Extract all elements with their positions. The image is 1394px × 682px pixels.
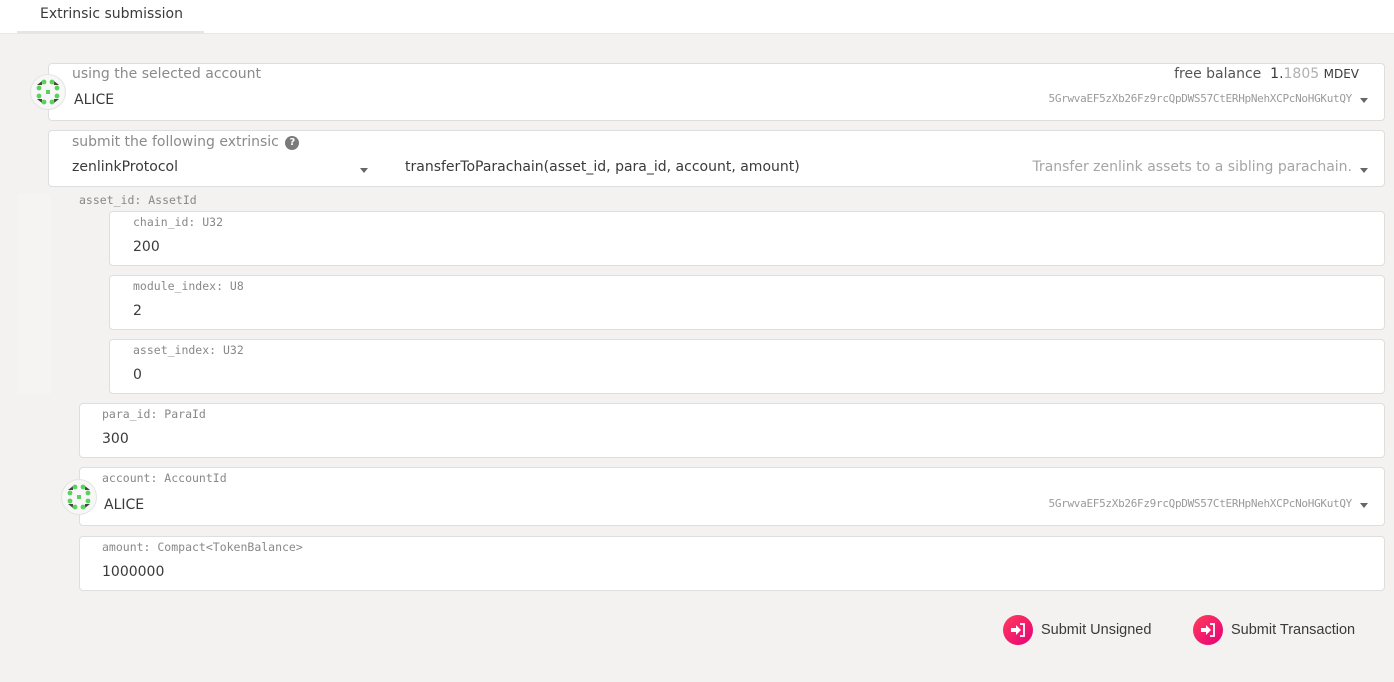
chevron-down-icon[interactable] [1360,98,1368,103]
account-param-label: account: AccountId [102,471,227,485]
amount-label: amount: Compact<TokenBalance> [102,540,303,554]
free-balance: free balance 1.1805 MDEV [1174,66,1359,82]
account-param-name: ALICE [104,497,145,513]
extrinsic-label: submit the following extrinsic ? [72,134,300,150]
chain-id-label: chain_id: U32 [133,215,224,229]
help-icon[interactable]: ? [285,136,300,150]
extrinsic-selector: submit the following extrinsic ? zenlink… [48,130,1385,187]
para-id-value: 300 [102,431,129,447]
asset-index-field[interactable]: asset_index: U32 0 [109,339,1385,394]
balance-unit: MDEV [1323,67,1359,81]
chevron-down-icon [1360,168,1368,173]
tab-label: Extrinsic submission [40,6,183,22]
amount-field[interactable]: amount: Compact<TokenBalance> 1000000 [79,536,1385,591]
account-selector[interactable]: using the selected account ALICE free ba… [48,63,1385,121]
chevron-down-icon [360,168,368,173]
free-balance-label: free balance [1174,66,1262,82]
para-id-label: para_id: ParaId [102,407,206,421]
account-param-selector[interactable]: account: AccountId ALICE 5GrwvaEF5zXb26F… [79,467,1385,526]
module-index-field[interactable]: module_index: U8 2 [109,275,1385,330]
section-dropdown[interactable]: zenlinkProtocol [49,153,384,187]
account-identicon-icon [30,74,66,110]
asset-index-label: asset_index: U32 [133,343,244,357]
submit-unsigned-label: Submit Unsigned [1041,622,1152,638]
account-name: ALICE [74,92,115,108]
submit-transaction-button[interactable]: Submit Transaction [1193,615,1355,645]
account-param-identicon-icon [61,479,97,515]
balance-integer: 1. [1270,66,1284,82]
method-dropdown[interactable]: transferToParachain(asset_id, para_id, a… [389,153,1384,187]
sign-in-icon [1003,615,1033,645]
module-index-label: module_index: U8 [133,279,244,293]
tab-extrinsic-submission[interactable]: Extrinsic submission [17,0,204,34]
account-selector-label: using the selected account [72,66,262,82]
section-value: zenlinkProtocol [72,159,179,175]
param-group-indent [17,194,51,394]
account-address: 5GrwvaEF5zXb26Fz9rcQpDWS57CtERHpNehXCPcN… [1048,92,1353,105]
method-value: transferToParachain(asset_id, para_id, a… [405,159,800,175]
account-param-address: 5GrwvaEF5zXb26Fz9rcQpDWS57CtERHpNehXCPcN… [1048,497,1353,510]
submit-unsigned-button[interactable]: Submit Unsigned [1003,615,1151,645]
balance-decimal: 1805 [1283,66,1320,82]
method-description: Transfer zenlink assets to a sibling par… [1032,159,1352,175]
chevron-down-icon [1360,503,1368,508]
asset-index-value: 0 [133,367,142,383]
extrinsic-label-text: submit the following extrinsic [72,134,279,150]
sign-in-icon [1193,615,1223,645]
chain-id-field[interactable]: chain_id: U32 200 [109,211,1385,266]
module-index-value: 2 [133,303,142,319]
top-tab-bar: Extrinsic submission [0,0,1394,34]
para-id-field[interactable]: para_id: ParaId 300 [79,403,1385,458]
asset-id-label: asset_id: AssetId [79,193,197,207]
chain-id-value: 200 [133,239,160,255]
amount-value: 1000000 [102,564,165,580]
submit-transaction-label: Submit Transaction [1231,622,1356,638]
